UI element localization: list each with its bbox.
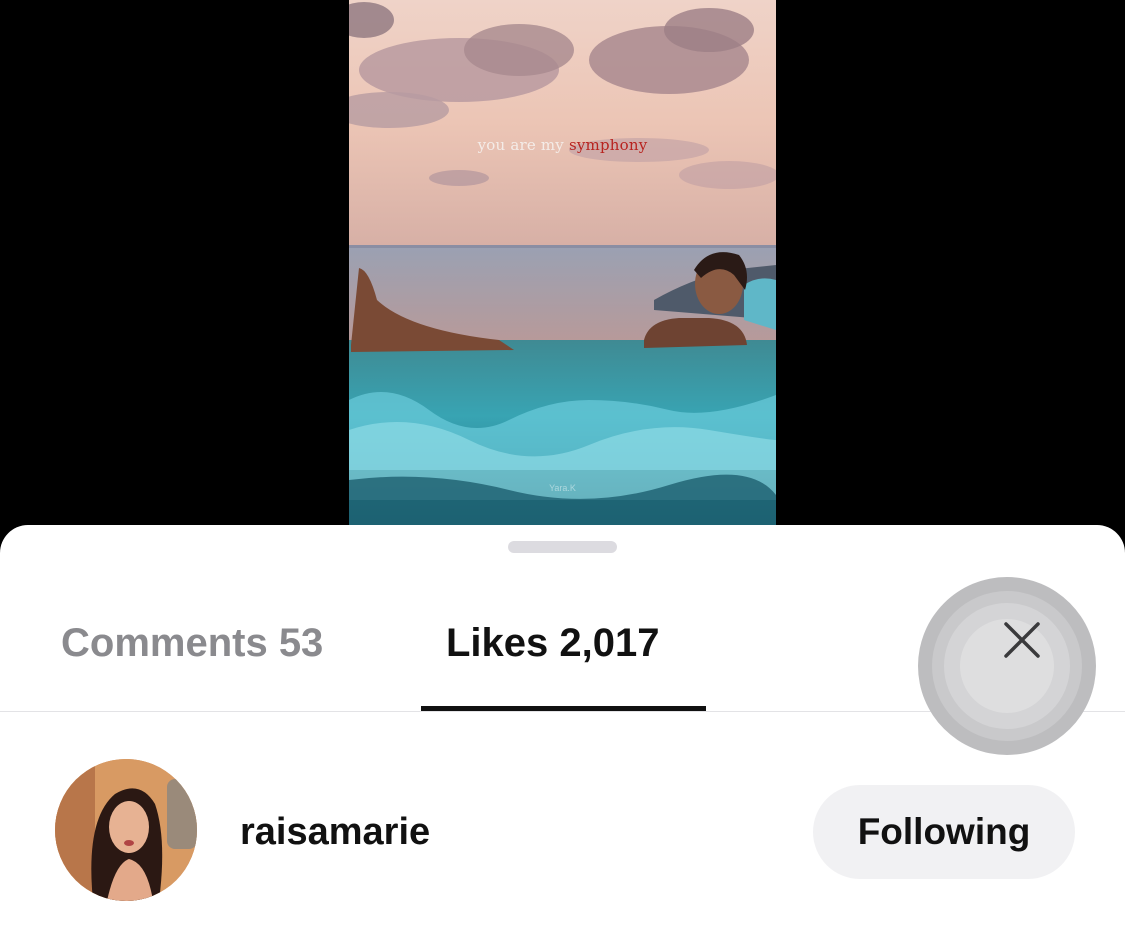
video-player[interactable]: you are my symphony Yara.K bbox=[349, 0, 776, 530]
video-watermark: Yara.K bbox=[549, 483, 576, 493]
video-caption: you are my symphony bbox=[349, 136, 776, 154]
close-icon[interactable] bbox=[1003, 621, 1041, 659]
avatar[interactable] bbox=[55, 759, 197, 901]
tab-likes[interactable]: Likes 2,017 bbox=[446, 619, 660, 667]
list-item[interactable]: raisamarie Following bbox=[0, 759, 1125, 905]
username[interactable]: raisamarie bbox=[240, 810, 430, 854]
likes-sheet: Comments 53 Likes 2,017 raisamarie Follo… bbox=[0, 525, 1125, 939]
caption-accent-text: symphony bbox=[568, 136, 648, 154]
caption-text: you are my bbox=[477, 136, 564, 154]
video-frame bbox=[349, 0, 776, 530]
following-button[interactable]: Following bbox=[813, 785, 1075, 879]
close-button[interactable] bbox=[918, 577, 1096, 755]
sheet-grabber[interactable] bbox=[508, 541, 617, 553]
avatar-photo bbox=[55, 759, 197, 901]
screen: you are my symphony Yara.K Comments 53 L… bbox=[0, 0, 1125, 939]
tab-comments[interactable]: Comments 53 bbox=[61, 619, 323, 667]
